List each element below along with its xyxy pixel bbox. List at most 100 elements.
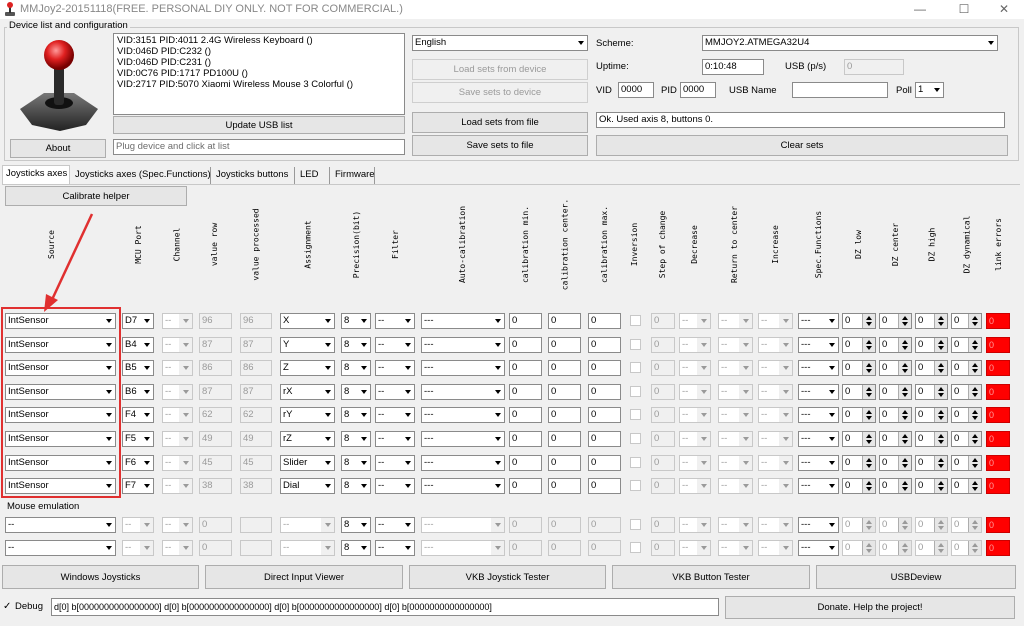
dz-dynamical-spinner[interactable]: 0 — [951, 336, 982, 353]
dz-low-spinner[interactable]: 0 — [842, 360, 876, 377]
return-center-select[interactable]: -- — [718, 431, 753, 447]
dz-center-spinner[interactable]: 0 — [879, 383, 912, 400]
cal-max-field[interactable]: 0 — [588, 313, 621, 329]
inversion-checkbox[interactable] — [630, 519, 641, 530]
step-field[interactable]: 0 — [651, 407, 675, 424]
spec-functions-select[interactable]: --- — [798, 478, 839, 495]
channel-select[interactable]: -- — [162, 313, 193, 329]
autocal-select[interactable]: --- — [421, 360, 505, 377]
dz-dynamical-spinner[interactable]: 0 — [951, 454, 982, 471]
increase-select[interactable]: -- — [758, 336, 793, 353]
autocal-select[interactable]: --- — [421, 431, 505, 447]
cal-max-field[interactable]: 0 — [588, 336, 621, 353]
increase-select[interactable]: -- — [758, 431, 793, 447]
step-field[interactable]: 0 — [651, 383, 675, 400]
debug-checkbox[interactable]: ✓ — [3, 601, 14, 612]
spec-functions-select[interactable]: --- — [798, 540, 839, 556]
calibrate-helper-button[interactable]: Calibrate helper — [5, 186, 187, 206]
inversion-checkbox[interactable] — [630, 338, 641, 350]
dz-center-spinner[interactable]: 0 — [879, 517, 912, 533]
autocal-select[interactable]: --- — [421, 407, 505, 424]
dz-center-spinner[interactable]: 0 — [879, 336, 912, 353]
cal-center-field[interactable]: 0 — [548, 454, 581, 471]
donate-button[interactable]: Donate. Help the project! — [725, 596, 1015, 619]
mcu-port-select[interactable]: F4 — [122, 407, 154, 424]
precision-select[interactable]: 8 — [341, 540, 371, 556]
spec-functions-select[interactable]: --- — [798, 454, 839, 471]
cal-max-field[interactable]: 0 — [588, 540, 621, 556]
load-from-file-button[interactable]: Load sets from file — [412, 112, 588, 133]
cal-max-field[interactable]: 0 — [588, 431, 621, 447]
inversion-checkbox[interactable] — [630, 409, 641, 421]
step-field[interactable]: 0 — [651, 478, 675, 495]
cal-max-field[interactable]: 0 — [588, 478, 621, 495]
spec-functions-select[interactable]: --- — [798, 517, 839, 533]
device-list-item[interactable]: VID:2717 PID:5070 Xiaomi Wireless Mouse … — [117, 79, 401, 90]
mcu-port-select[interactable]: -- — [122, 517, 154, 533]
cal-min-field[interactable]: 0 — [509, 336, 542, 353]
inversion-checkbox[interactable] — [630, 542, 641, 553]
step-field[interactable]: 0 — [651, 431, 675, 447]
pid-field[interactable]: 0000 — [680, 82, 716, 98]
increase-select[interactable]: -- — [758, 540, 793, 556]
increase-select[interactable]: -- — [758, 360, 793, 377]
update-usb-button[interactable]: Update USB list — [113, 116, 405, 134]
step-field[interactable]: 0 — [651, 517, 675, 533]
decrease-select[interactable]: -- — [679, 313, 711, 329]
usbdeview-button[interactable]: USBDeview — [816, 565, 1016, 589]
device-list-item[interactable]: VID:3151 PID:4011 2.4G Wireless Keyboard… — [117, 35, 401, 46]
inversion-checkbox[interactable] — [630, 385, 641, 397]
cal-max-field[interactable]: 0 — [588, 383, 621, 400]
dz-high-spinner[interactable]: 0 — [915, 478, 948, 495]
return-center-select[interactable]: -- — [718, 360, 753, 377]
cal-center-field[interactable]: 0 — [548, 431, 581, 447]
filter-select[interactable]: -- — [375, 454, 415, 471]
dz-low-spinner[interactable]: 0 — [842, 383, 876, 400]
cal-center-field[interactable]: 0 — [548, 407, 581, 424]
return-center-select[interactable]: -- — [718, 478, 753, 495]
spec-functions-select[interactable]: --- — [798, 383, 839, 400]
precision-select[interactable]: 8 — [341, 383, 371, 400]
dz-high-spinner[interactable]: 0 — [915, 313, 948, 329]
cal-center-field[interactable]: 0 — [548, 383, 581, 400]
autocal-select[interactable]: --- — [421, 454, 505, 471]
cal-center-field[interactable]: 0 — [548, 540, 581, 556]
inversion-checkbox[interactable] — [630, 315, 641, 326]
autocal-select[interactable]: --- — [421, 540, 505, 556]
dz-dynamical-spinner[interactable]: 0 — [951, 540, 982, 556]
decrease-select[interactable]: -- — [679, 517, 711, 533]
dz-center-spinner[interactable]: 0 — [879, 407, 912, 424]
filter-select[interactable]: -- — [375, 407, 415, 424]
assignment-select[interactable]: rY — [280, 407, 335, 424]
windows-joysticks-button[interactable]: Windows Joysticks — [2, 565, 199, 589]
device-list[interactable]: VID:3151 PID:4011 2.4G Wireless Keyboard… — [113, 33, 405, 115]
channel-select[interactable]: -- — [162, 407, 193, 424]
step-field[interactable]: 0 — [651, 313, 675, 329]
vkb-joystick-tester-button[interactable]: VKB Joystick Tester — [409, 565, 606, 589]
cal-max-field[interactable]: 0 — [588, 454, 621, 471]
assignment-select[interactable]: -- — [280, 540, 335, 556]
minimize-button[interactable]: — — [900, 0, 940, 19]
dz-high-spinner[interactable]: 0 — [915, 540, 948, 556]
increase-select[interactable]: -- — [758, 454, 793, 471]
cal-min-field[interactable]: 0 — [509, 478, 542, 495]
usb-name-field[interactable] — [792, 82, 888, 98]
precision-select[interactable]: 8 — [341, 407, 371, 424]
mcu-port-select[interactable]: -- — [122, 540, 154, 556]
dz-high-spinner[interactable]: 0 — [915, 360, 948, 377]
cal-min-field[interactable]: 0 — [509, 383, 542, 400]
direct-input-viewer-button[interactable]: Direct Input Viewer — [205, 565, 403, 589]
mcu-port-select[interactable]: B4 — [122, 336, 154, 353]
decrease-select[interactable]: -- — [679, 336, 711, 353]
poll-select[interactable]: 1 — [915, 82, 944, 98]
dz-low-spinner[interactable]: 0 — [842, 517, 876, 533]
cal-center-field[interactable]: 0 — [548, 517, 581, 533]
autocal-select[interactable]: --- — [421, 478, 505, 495]
mcu-port-select[interactable]: F7 — [122, 478, 154, 495]
source-select[interactable]: -- — [5, 517, 116, 533]
device-status-field[interactable]: Plug device and click at list — [113, 139, 405, 155]
source-select[interactable]: -- — [5, 540, 116, 556]
cal-max-field[interactable]: 0 — [588, 407, 621, 424]
dz-center-spinner[interactable]: 0 — [879, 478, 912, 495]
cal-min-field[interactable]: 0 — [509, 454, 542, 471]
